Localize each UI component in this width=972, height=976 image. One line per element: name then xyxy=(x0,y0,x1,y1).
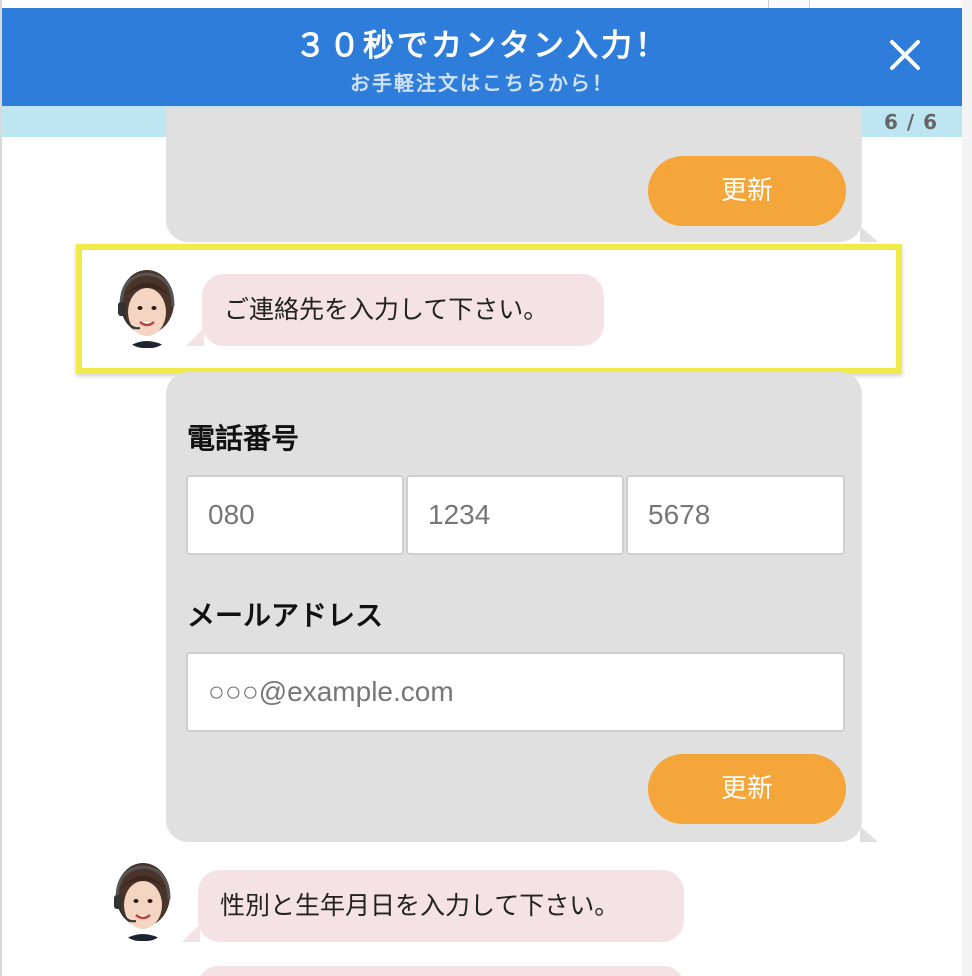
previous-form-bubble: 更新 xyxy=(166,108,878,242)
bot-message-bubble: 性別と生年月日を入力して下さい。 xyxy=(182,870,684,942)
panel-header: ３０秒でカンタン入力！ お手軽注文はこちらから！ xyxy=(2,8,962,106)
background-page-edge-right xyxy=(962,0,972,976)
header-subtitle: お手軽注文はこちらから！ xyxy=(350,71,614,95)
close-icon xyxy=(890,40,920,70)
bot-message-bubble: ご連絡先を入力して下さい。 xyxy=(186,274,604,346)
email-label: メールアドレス xyxy=(187,599,384,632)
header-title: ３０秒でカンタン入力！ xyxy=(295,28,669,64)
contact-update-button[interactable]: 更新 xyxy=(648,754,846,824)
operator-avatar xyxy=(112,859,174,941)
close-button[interactable] xyxy=(888,38,922,72)
contact-form-bubble: 電話番号 080 1234 5678 メールアドレス ○○○@example.c… xyxy=(166,372,878,842)
highlighted-message-row: ご連絡先を入力して下さい。 xyxy=(76,244,902,374)
background-page-fragment xyxy=(768,0,810,8)
update-button[interactable]: 更新 xyxy=(648,156,846,226)
phone-field-3[interactable]: 5678 xyxy=(626,475,845,555)
chat-panel: ３０秒でカンタン入力！ お手軽注文はこちらから！ 6 / 6 更新 ご連絡先を入… xyxy=(2,8,962,976)
phone-field-2[interactable]: 1234 xyxy=(406,475,624,555)
phone-label: 電話番号 xyxy=(187,422,300,455)
operator-avatar xyxy=(116,266,178,348)
next-message-fragment xyxy=(198,966,684,976)
progress-counter: 6 / 6 xyxy=(883,110,938,134)
phone-field-1[interactable]: 080 xyxy=(186,475,404,555)
email-field[interactable]: ○○○@example.com xyxy=(186,652,845,732)
